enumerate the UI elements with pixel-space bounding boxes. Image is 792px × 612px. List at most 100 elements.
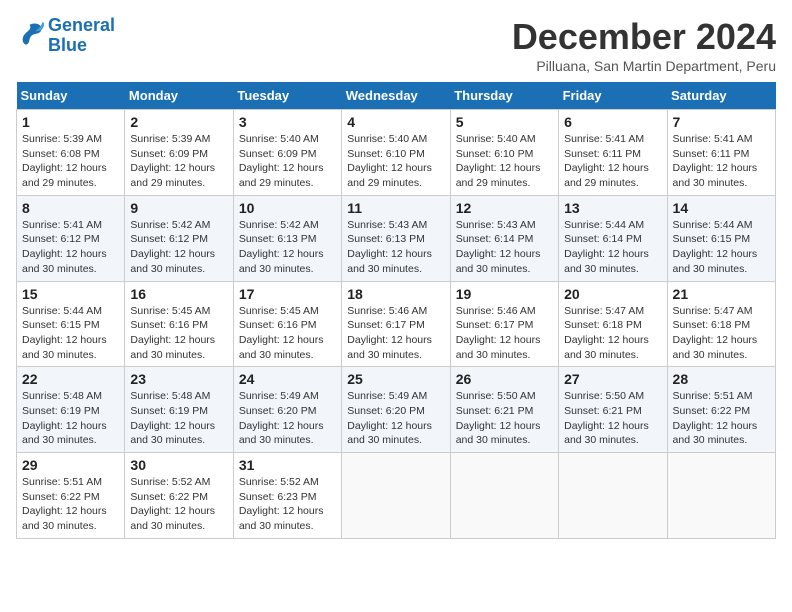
location-subtitle: Pilluana, San Martin Department, Peru (512, 58, 776, 74)
day-number: 17 (239, 286, 336, 302)
day-info: Sunrise: 5:44 AM Sunset: 6:14 PM Dayligh… (564, 218, 661, 277)
calendar-cell: 16 Sunrise: 5:45 AM Sunset: 6:16 PM Dayl… (125, 281, 233, 367)
calendar-cell (559, 453, 667, 539)
calendar-cell: 5 Sunrise: 5:40 AM Sunset: 6:10 PM Dayli… (450, 110, 558, 196)
day-number: 4 (347, 114, 444, 130)
day-number: 22 (22, 371, 119, 387)
day-info: Sunrise: 5:45 AM Sunset: 6:16 PM Dayligh… (130, 304, 227, 363)
col-tuesday: Tuesday (233, 82, 341, 110)
calendar-cell: 22 Sunrise: 5:48 AM Sunset: 6:19 PM Dayl… (17, 367, 125, 453)
calendar-cell: 23 Sunrise: 5:48 AM Sunset: 6:19 PM Dayl… (125, 367, 233, 453)
day-info: Sunrise: 5:41 AM Sunset: 6:11 PM Dayligh… (673, 132, 770, 191)
day-info: Sunrise: 5:48 AM Sunset: 6:19 PM Dayligh… (130, 389, 227, 448)
day-number: 5 (456, 114, 553, 130)
day-info: Sunrise: 5:48 AM Sunset: 6:19 PM Dayligh… (22, 389, 119, 448)
day-number: 18 (347, 286, 444, 302)
month-title: December 2024 (512, 16, 776, 58)
day-number: 13 (564, 200, 661, 216)
calendar-cell: 25 Sunrise: 5:49 AM Sunset: 6:20 PM Dayl… (342, 367, 450, 453)
day-number: 20 (564, 286, 661, 302)
col-friday: Friday (559, 82, 667, 110)
day-number: 6 (564, 114, 661, 130)
day-info: Sunrise: 5:47 AM Sunset: 6:18 PM Dayligh… (673, 304, 770, 363)
day-info: Sunrise: 5:42 AM Sunset: 6:13 PM Dayligh… (239, 218, 336, 277)
calendar-cell: 19 Sunrise: 5:46 AM Sunset: 6:17 PM Dayl… (450, 281, 558, 367)
day-info: Sunrise: 5:40 AM Sunset: 6:09 PM Dayligh… (239, 132, 336, 191)
day-info: Sunrise: 5:45 AM Sunset: 6:16 PM Dayligh… (239, 304, 336, 363)
day-number: 30 (130, 457, 227, 473)
day-info: Sunrise: 5:47 AM Sunset: 6:18 PM Dayligh… (564, 304, 661, 363)
day-info: Sunrise: 5:49 AM Sunset: 6:20 PM Dayligh… (347, 389, 444, 448)
day-info: Sunrise: 5:49 AM Sunset: 6:20 PM Dayligh… (239, 389, 336, 448)
calendar-cell: 21 Sunrise: 5:47 AM Sunset: 6:18 PM Dayl… (667, 281, 775, 367)
calendar-row: 1 Sunrise: 5:39 AM Sunset: 6:08 PM Dayli… (17, 110, 776, 196)
calendar-cell: 6 Sunrise: 5:41 AM Sunset: 6:11 PM Dayli… (559, 110, 667, 196)
col-monday: Monday (125, 82, 233, 110)
calendar-cell: 1 Sunrise: 5:39 AM Sunset: 6:08 PM Dayli… (17, 110, 125, 196)
day-info: Sunrise: 5:43 AM Sunset: 6:13 PM Dayligh… (347, 218, 444, 277)
calendar-cell: 17 Sunrise: 5:45 AM Sunset: 6:16 PM Dayl… (233, 281, 341, 367)
day-info: Sunrise: 5:51 AM Sunset: 6:22 PM Dayligh… (673, 389, 770, 448)
day-number: 12 (456, 200, 553, 216)
day-info: Sunrise: 5:41 AM Sunset: 6:12 PM Dayligh… (22, 218, 119, 277)
calendar-cell: 31 Sunrise: 5:52 AM Sunset: 6:23 PM Dayl… (233, 453, 341, 539)
calendar-cell: 9 Sunrise: 5:42 AM Sunset: 6:12 PM Dayli… (125, 195, 233, 281)
calendar-table: Sunday Monday Tuesday Wednesday Thursday… (16, 82, 776, 539)
day-number: 3 (239, 114, 336, 130)
col-saturday: Saturday (667, 82, 775, 110)
day-info: Sunrise: 5:40 AM Sunset: 6:10 PM Dayligh… (456, 132, 553, 191)
day-number: 10 (239, 200, 336, 216)
day-info: Sunrise: 5:40 AM Sunset: 6:10 PM Dayligh… (347, 132, 444, 191)
day-number: 31 (239, 457, 336, 473)
col-thursday: Thursday (450, 82, 558, 110)
col-sunday: Sunday (17, 82, 125, 110)
day-number: 21 (673, 286, 770, 302)
calendar-cell: 4 Sunrise: 5:40 AM Sunset: 6:10 PM Dayli… (342, 110, 450, 196)
day-number: 29 (22, 457, 119, 473)
day-number: 11 (347, 200, 444, 216)
calendar-cell (667, 453, 775, 539)
calendar-cell: 7 Sunrise: 5:41 AM Sunset: 6:11 PM Dayli… (667, 110, 775, 196)
day-info: Sunrise: 5:50 AM Sunset: 6:21 PM Dayligh… (564, 389, 661, 448)
day-info: Sunrise: 5:46 AM Sunset: 6:17 PM Dayligh… (456, 304, 553, 363)
day-info: Sunrise: 5:51 AM Sunset: 6:22 PM Dayligh… (22, 475, 119, 534)
day-info: Sunrise: 5:44 AM Sunset: 6:15 PM Dayligh… (22, 304, 119, 363)
calendar-cell: 13 Sunrise: 5:44 AM Sunset: 6:14 PM Dayl… (559, 195, 667, 281)
calendar-cell: 28 Sunrise: 5:51 AM Sunset: 6:22 PM Dayl… (667, 367, 775, 453)
day-number: 7 (673, 114, 770, 130)
calendar-cell: 24 Sunrise: 5:49 AM Sunset: 6:20 PM Dayl… (233, 367, 341, 453)
day-info: Sunrise: 5:52 AM Sunset: 6:23 PM Dayligh… (239, 475, 336, 534)
day-number: 28 (673, 371, 770, 387)
day-info: Sunrise: 5:44 AM Sunset: 6:15 PM Dayligh… (673, 218, 770, 277)
day-info: Sunrise: 5:42 AM Sunset: 6:12 PM Dayligh… (130, 218, 227, 277)
title-section: December 2024 Pilluana, San Martin Depar… (512, 16, 776, 74)
day-number: 23 (130, 371, 227, 387)
day-number: 26 (456, 371, 553, 387)
calendar-cell: 2 Sunrise: 5:39 AM Sunset: 6:09 PM Dayli… (125, 110, 233, 196)
day-info: Sunrise: 5:41 AM Sunset: 6:11 PM Dayligh… (564, 132, 661, 191)
page-header: General Blue December 2024 Pilluana, San… (16, 16, 776, 74)
day-number: 2 (130, 114, 227, 130)
day-info: Sunrise: 5:39 AM Sunset: 6:09 PM Dayligh… (130, 132, 227, 191)
calendar-cell (342, 453, 450, 539)
calendar-cell: 12 Sunrise: 5:43 AM Sunset: 6:14 PM Dayl… (450, 195, 558, 281)
calendar-cell: 20 Sunrise: 5:47 AM Sunset: 6:18 PM Dayl… (559, 281, 667, 367)
calendar-row: 8 Sunrise: 5:41 AM Sunset: 6:12 PM Dayli… (17, 195, 776, 281)
logo: General Blue (16, 16, 115, 56)
calendar-cell: 10 Sunrise: 5:42 AM Sunset: 6:13 PM Dayl… (233, 195, 341, 281)
calendar-cell: 15 Sunrise: 5:44 AM Sunset: 6:15 PM Dayl… (17, 281, 125, 367)
day-number: 15 (22, 286, 119, 302)
calendar-cell: 18 Sunrise: 5:46 AM Sunset: 6:17 PM Dayl… (342, 281, 450, 367)
day-number: 8 (22, 200, 119, 216)
calendar-row: 29 Sunrise: 5:51 AM Sunset: 6:22 PM Dayl… (17, 453, 776, 539)
day-number: 1 (22, 114, 119, 130)
day-info: Sunrise: 5:52 AM Sunset: 6:22 PM Dayligh… (130, 475, 227, 534)
calendar-cell: 11 Sunrise: 5:43 AM Sunset: 6:13 PM Dayl… (342, 195, 450, 281)
calendar-cell (450, 453, 558, 539)
day-number: 27 (564, 371, 661, 387)
day-info: Sunrise: 5:46 AM Sunset: 6:17 PM Dayligh… (347, 304, 444, 363)
calendar-cell: 27 Sunrise: 5:50 AM Sunset: 6:21 PM Dayl… (559, 367, 667, 453)
day-number: 9 (130, 200, 227, 216)
calendar-cell: 30 Sunrise: 5:52 AM Sunset: 6:22 PM Dayl… (125, 453, 233, 539)
calendar-cell: 14 Sunrise: 5:44 AM Sunset: 6:15 PM Dayl… (667, 195, 775, 281)
